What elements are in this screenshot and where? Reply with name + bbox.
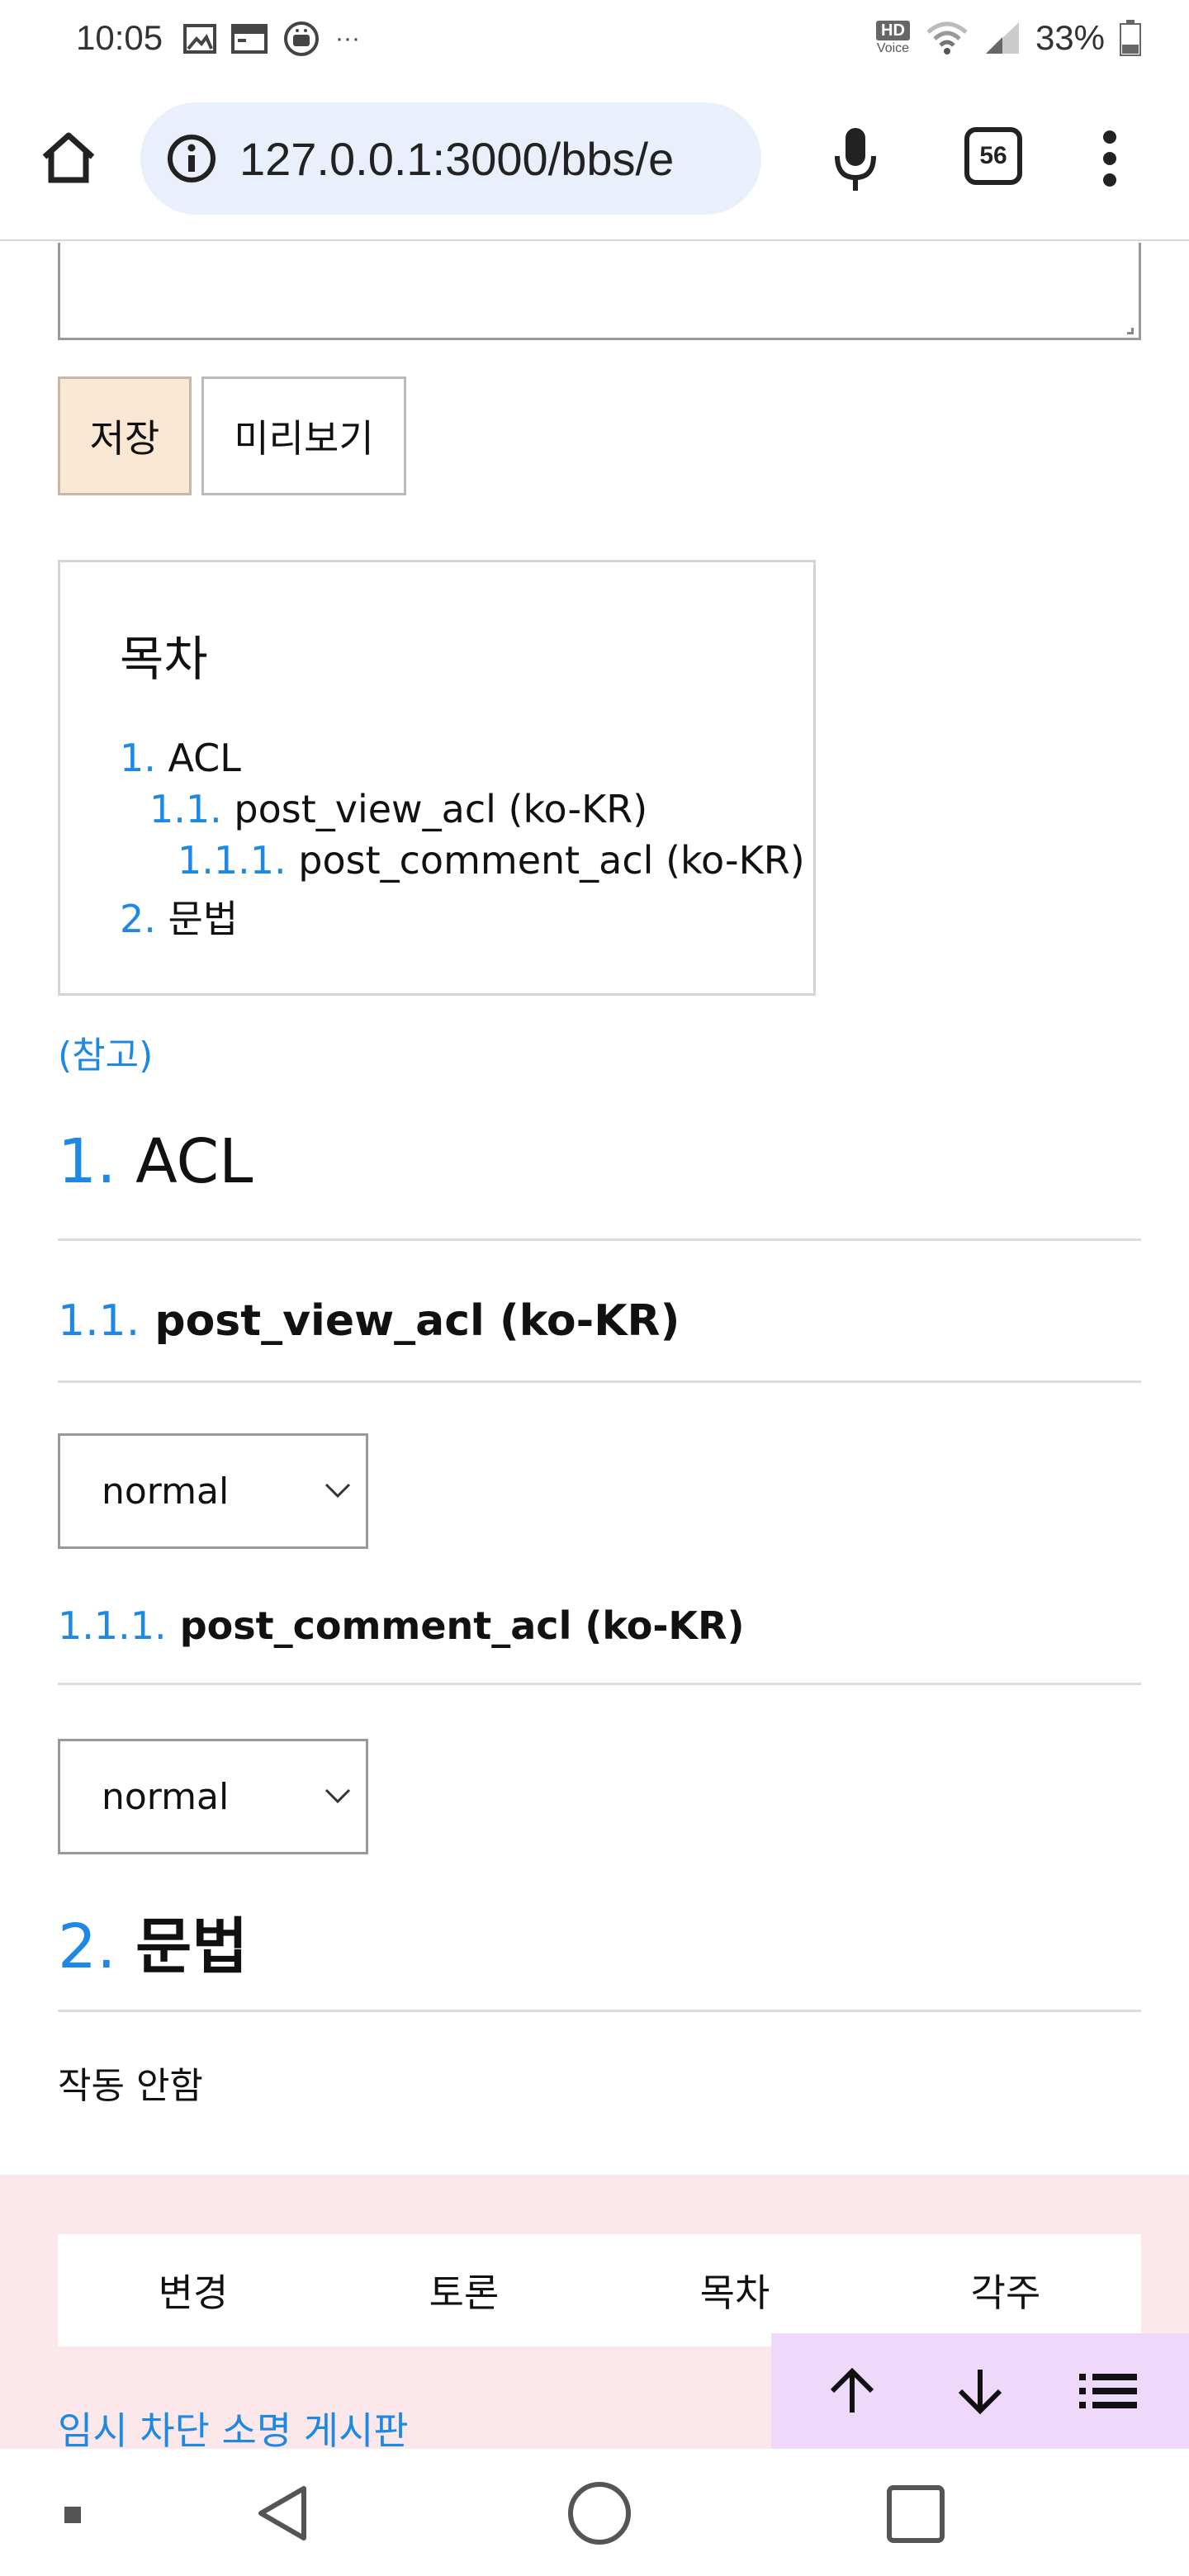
arrow-down-icon (958, 2370, 1002, 2415)
status-system-icons: HD Voice 33% (876, 18, 1141, 58)
section-title: ACL (135, 1126, 253, 1197)
select-value: normal (102, 1470, 230, 1513)
scroll-bottom-button[interactable] (939, 2350, 1021, 2432)
reference-link[interactable]: (참고) (58, 1025, 153, 1078)
chevron-down-icon (324, 1483, 351, 1499)
section-body-text: 작동 안함 (58, 2065, 203, 2107)
menu-dot (1103, 130, 1116, 144)
toc-item[interactable]: 1. ACL (120, 736, 241, 780)
menu-dot (1103, 173, 1116, 187)
footer-tab-footnotes[interactable]: 각주 (870, 2234, 1141, 2346)
post-view-acl-select[interactable]: normal (58, 1433, 368, 1549)
section-heading-post-view-acl: 1.1. post_view_acl (ko-KR) (58, 1296, 680, 1346)
save-button[interactable]: 저장 (58, 376, 192, 495)
menu-dot (1103, 152, 1116, 165)
signal-icon (985, 22, 1019, 54)
nav-indicator-icon (64, 2507, 81, 2523)
section-heading-post-comment-acl: 1.1.1. post_comment_acl (ko-KR) (58, 1603, 745, 1648)
recent-apps-icon[interactable] (887, 2485, 945, 2543)
footer-nav: 변경 토론 목차 각주 (58, 2234, 1141, 2346)
heading-divider (58, 1683, 1141, 1685)
section-number[interactable]: 1.1. (58, 1296, 140, 1346)
site-info-icon[interactable] (165, 132, 218, 185)
floating-nav-panel (771, 2333, 1189, 2449)
wifi-icon (926, 21, 968, 54)
section-title: post_view_acl (ko-KR) (154, 1296, 680, 1346)
toc-item-label: 문법 (168, 897, 239, 941)
home-button[interactable] (36, 125, 101, 190)
scroll-top-button[interactable] (811, 2350, 893, 2432)
battery-percent: 33% (1035, 18, 1105, 57)
android-nav-bar (0, 2449, 1189, 2576)
url-bar[interactable]: 127.0.0.1:3000/bbs/e (140, 102, 761, 215)
section-number[interactable]: 1. (58, 1126, 116, 1197)
section-title: 문법 (135, 1911, 249, 1982)
heading-divider (58, 1380, 1141, 1383)
voice-label: Voice (876, 41, 910, 55)
toc-item-label: post_view_acl (ko-KR) (234, 787, 648, 831)
section-number[interactable]: 2. (58, 1911, 116, 1982)
section-number[interactable]: 1.1.1. (58, 1603, 167, 1648)
toc-item-number[interactable]: 1.1. (149, 787, 222, 831)
hd-label: HD (876, 21, 910, 40)
footer-board-link[interactable]: 임시 차단 소명 게시판 (58, 2401, 409, 2455)
toc-item[interactable]: 1.1.1. post_comment_acl (ko-KR) (178, 838, 805, 883)
select-value: normal (102, 1775, 230, 1818)
post-comment-acl-select[interactable]: normal (58, 1739, 368, 1854)
home-nav-icon[interactable] (568, 2482, 631, 2545)
heading-divider (58, 1238, 1141, 1241)
toc-toggle-button[interactable] (1067, 2350, 1149, 2432)
toc-item-label: post_comment_acl (ko-KR) (298, 838, 805, 883)
section-heading-acl: 1. ACL (58, 1126, 253, 1197)
battery-icon (1120, 20, 1141, 56)
section-title: post_comment_acl (ko-KR) (179, 1603, 745, 1648)
android-debug-icon (284, 21, 319, 56)
section-heading-syntax: 2. 문법 (58, 1897, 248, 1986)
hd-voice-icon: HD Voice (876, 21, 910, 55)
toc-item-label: ACL (168, 736, 241, 780)
status-time: 10:05 (76, 18, 163, 57)
toc-item-number[interactable]: 1.1.1. (178, 838, 287, 883)
chevron-down-icon (324, 1788, 351, 1804)
list-icon (1079, 2374, 1138, 2408)
browser-toolbar: 127.0.0.1:3000/bbs/e 56 (0, 76, 1189, 241)
footer-tab-discussion[interactable]: 토론 (329, 2234, 599, 2346)
microphone-icon (835, 128, 876, 191)
preview-button[interactable]: 미리보기 (201, 376, 406, 495)
heading-divider (58, 2010, 1141, 2012)
voice-search-button[interactable] (822, 122, 888, 197)
toc-title: 목차 (120, 631, 208, 687)
footer-tab-changes[interactable]: 변경 (58, 2234, 329, 2346)
table-of-contents: 목차 1. ACL 1.1. post_view_acl (ko-KR) 1.1… (58, 560, 816, 996)
editor-textarea[interactable] (58, 243, 1141, 340)
status-more-icon: ··· (335, 25, 360, 52)
status-notification-icons: ··· (183, 20, 360, 58)
url-text: 127.0.0.1:3000/bbs/e (239, 132, 675, 185)
terminal-icon (231, 24, 268, 54)
resize-grip-icon[interactable] (1127, 328, 1134, 334)
toc-item-number[interactable]: 1. (120, 736, 156, 780)
image-icon (183, 24, 216, 54)
tab-switcher-button[interactable]: 56 (964, 127, 1022, 185)
back-icon[interactable] (253, 2482, 315, 2545)
home-icon (42, 132, 95, 183)
toc-item[interactable]: 1.1. post_view_acl (ko-KR) (149, 787, 647, 831)
toc-item[interactable]: 2. 문법 (120, 889, 238, 944)
toc-item-number[interactable]: 2. (120, 897, 156, 941)
more-menu-button[interactable] (1090, 125, 1130, 192)
footer-tab-toc[interactable]: 목차 (599, 2234, 870, 2346)
arrow-up-icon (830, 2367, 874, 2413)
status-bar: 10:05 ··· HD Voice 33% (0, 0, 1189, 76)
